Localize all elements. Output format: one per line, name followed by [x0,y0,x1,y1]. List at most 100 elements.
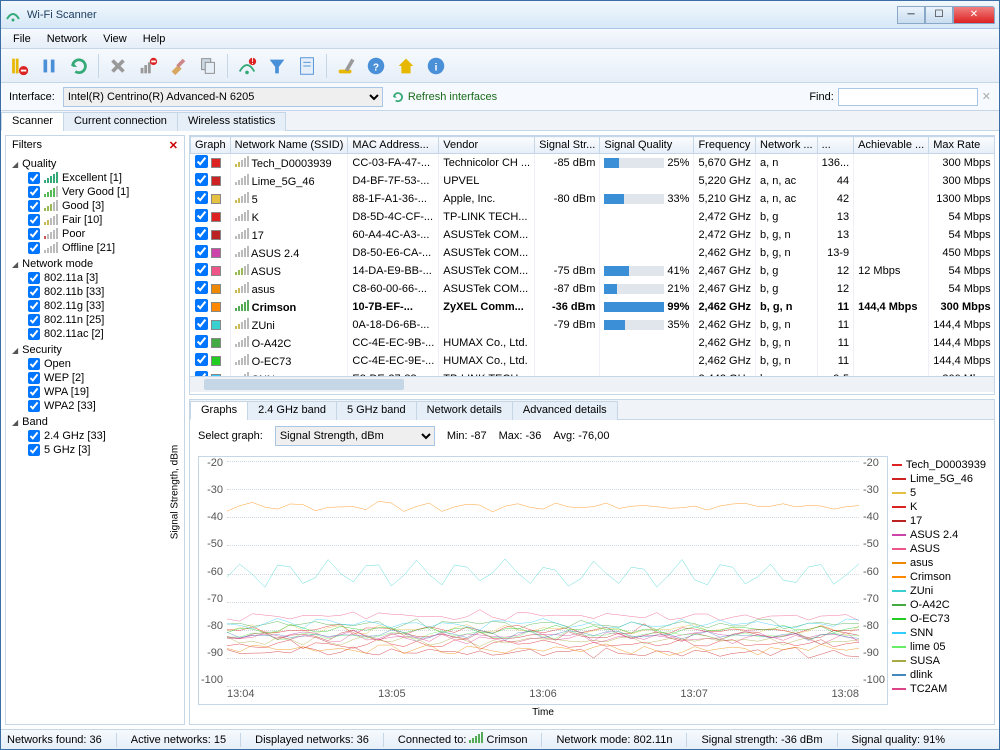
table-row[interactable]: 588-1F-A1-36-...Apple, Inc.-80 dBm 33%5,… [191,190,995,208]
filter-checkbox[interactable] [28,314,40,326]
notes-button[interactable] [293,52,321,80]
column-header[interactable]: Network Name (SSID) [230,137,348,154]
filter-checkbox[interactable] [28,386,40,398]
find-input[interactable] [838,88,978,106]
menu-help[interactable]: Help [135,31,174,47]
table-row[interactable]: Crimson10-7B-EF-...ZyXEL Comm...-36 dBm … [191,298,995,316]
subtab-5ghz[interactable]: 5 GHz band [336,401,417,420]
table-row[interactable]: O-A42CCC-4E-EC-9B-...HUMAX Co., Ltd.2,46… [191,334,995,352]
filter-item[interactable]: Excellent [1] [10,171,180,185]
column-header[interactable]: Achievable ... [854,137,929,154]
filters-close-icon[interactable]: ✕ [169,139,178,152]
subtab-network-details[interactable]: Network details [416,401,513,420]
legend-item[interactable]: dlink [892,668,986,682]
filter-item[interactable]: Open [10,357,180,371]
filter-group[interactable]: Band [10,415,180,429]
row-checkbox[interactable] [195,317,208,330]
filter-checkbox[interactable] [28,286,40,298]
table-row[interactable]: Lime_5G_46D4-BF-7F-53-...UPVEL5,220 GHza… [191,172,995,190]
filter-item[interactable]: 5 GHz [3] [10,443,180,457]
table-row[interactable]: KD8-5D-4C-CF-...TP-LINK TECH...2,472 GHz… [191,208,995,226]
filter-checkbox[interactable] [28,372,40,384]
row-checkbox[interactable] [195,209,208,222]
refresh-interfaces-link[interactable]: Refresh interfaces [391,90,497,104]
filter-item[interactable]: 802.11g [33] [10,299,180,313]
filter-item[interactable]: Poor [10,227,180,241]
column-header[interactable]: Vendor [439,137,535,154]
legend-item[interactable]: Tech_D0003939 [892,458,986,472]
info-button[interactable]: i [422,52,450,80]
filter-checkbox[interactable] [28,186,40,198]
locate-button[interactable]: ! [233,52,261,80]
filter-item[interactable]: WEP [2] [10,371,180,385]
subtab-graphs[interactable]: Graphs [190,401,248,420]
row-checkbox[interactable] [195,299,208,312]
filter-item[interactable]: Very Good [1] [10,185,180,199]
row-checkbox[interactable] [195,191,208,204]
table-row[interactable]: Tech_D0003939CC-03-FA-47-...Technicolor … [191,154,995,173]
graph-type-select[interactable]: Signal Strength, dBm [275,426,435,446]
subtab-advanced-details[interactable]: Advanced details [512,401,618,420]
column-header[interactable]: MAC Address... [348,137,439,154]
filter-item[interactable]: Offline [21] [10,241,180,255]
filter-item[interactable]: 2.4 GHz [33] [10,429,180,443]
legend-item[interactable]: lime 05 [892,640,986,654]
row-checkbox[interactable] [195,155,208,168]
filter-item[interactable]: 802.11b [33] [10,285,180,299]
filter-item[interactable]: 802.11n [25] [10,313,180,327]
table-row[interactable]: ZUni0A-18-D6-6B-...-79 dBm 35%2,462 GHzb… [191,316,995,334]
row-checkbox[interactable] [195,173,208,186]
legend-item[interactable]: ASUS 2.4 [892,528,986,542]
filter-checkbox[interactable] [28,400,40,412]
close-button[interactable]: ✕ [953,6,995,24]
legend-item[interactable]: K [892,500,986,514]
subtab-24ghz[interactable]: 2.4 GHz band [247,401,337,420]
filter-checkbox[interactable] [28,200,40,212]
filter-item[interactable]: Good [3] [10,199,180,213]
filter-group[interactable]: Quality [10,157,180,171]
filter-item[interactable]: 802.11a [3] [10,271,180,285]
pause-button[interactable] [35,52,63,80]
interface-select[interactable]: Intel(R) Centrino(R) Advanced-N 6205 [63,87,383,107]
filter-group[interactable]: Security [10,343,180,357]
table-row[interactable]: ASUS14-DA-E9-BB-...ASUSTek COM...-75 dBm… [191,262,995,280]
disconnect-button[interactable] [134,52,162,80]
legend-item[interactable]: SNN [892,626,986,640]
row-checkbox[interactable] [195,281,208,294]
table-row[interactable]: asusC8-60-00-66-...ASUSTek COM...-87 dBm… [191,280,995,298]
column-header[interactable]: Frequency [694,137,756,154]
filter-checkbox[interactable] [28,228,40,240]
column-header[interactable]: ... [817,137,854,154]
filter-button[interactable] [263,52,291,80]
filter-checkbox[interactable] [28,272,40,284]
row-checkbox[interactable] [195,353,208,366]
filter-checkbox[interactable] [28,358,40,370]
filter-checkbox[interactable] [28,444,40,456]
settings-button[interactable] [332,52,360,80]
help-button[interactable]: ? [362,52,390,80]
legend-item[interactable]: 17 [892,514,986,528]
delete-button[interactable] [104,52,132,80]
table-row[interactable]: ASUS 2.4D8-50-E6-CA-...ASUSTek COM...2,4… [191,244,995,262]
tab-scanner[interactable]: Scanner [1,112,64,131]
scan-button[interactable] [5,52,33,80]
legend-item[interactable]: Lime_5G_46 [892,472,986,486]
table-row[interactable]: O-EC73CC-4E-EC-9E-...HUMAX Co., Ltd.2,46… [191,352,995,370]
filter-checkbox[interactable] [28,430,40,442]
copy-button[interactable] [194,52,222,80]
column-header[interactable]: Max Rate [929,137,994,154]
legend-item[interactable]: O-EC73 [892,612,986,626]
row-checkbox[interactable] [195,245,208,258]
legend-item[interactable]: 5 [892,486,986,500]
filter-item[interactable]: WPA [19] [10,385,180,399]
legend-item[interactable]: SUSA [892,654,986,668]
grid-hscrollbar[interactable] [190,376,994,392]
filter-checkbox[interactable] [28,172,40,184]
legend-item[interactable]: ZUni [892,584,986,598]
filter-item[interactable]: 802.11ac [2] [10,327,180,341]
row-checkbox[interactable] [195,335,208,348]
column-header[interactable]: Signal Str... [535,137,600,154]
column-header[interactable]: Graph [191,137,231,154]
filter-checkbox[interactable] [28,328,40,340]
filter-item[interactable]: WPA2 [33] [10,399,180,413]
